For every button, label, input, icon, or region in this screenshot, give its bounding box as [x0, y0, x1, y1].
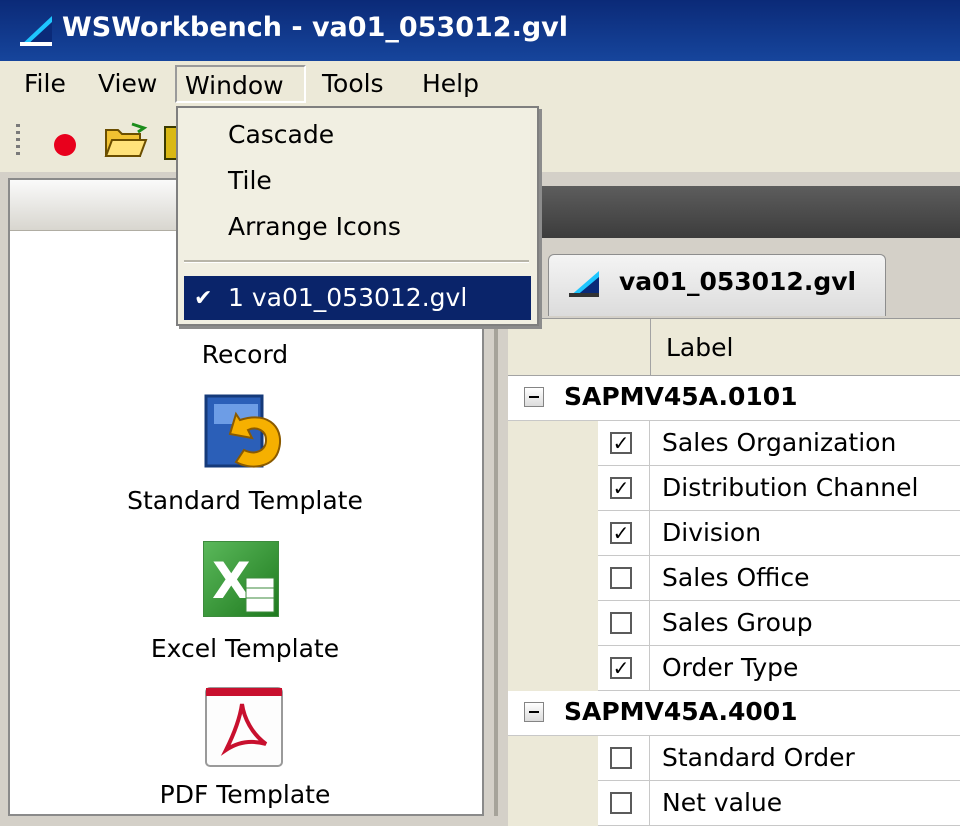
standard-template-label[interactable]: Standard Template — [10, 486, 480, 515]
menu-item-open-document[interactable]: ✔ 1 va01_053012.gvl — [184, 276, 531, 320]
checkbox-cell — [598, 601, 650, 646]
excel-template-label[interactable]: Excel Template — [10, 634, 480, 663]
field-grid: Label SAPMV45A.0101 ✓ Sales Organization ✓ D… — [508, 318, 960, 826]
window-title: WSWorkbench - va01_053012.gvl — [62, 12, 569, 43]
field-label[interactable]: Distribution Channel — [662, 473, 918, 502]
field-row: ✓ Division — [508, 511, 960, 556]
pdf-template-label[interactable]: PDF Template — [10, 780, 480, 809]
field-checkbox[interactable] — [610, 567, 632, 589]
menu-view[interactable]: View — [90, 65, 165, 103]
label-cell: Sales Organization — [650, 421, 960, 466]
grid-header-check-column — [508, 319, 651, 375]
field-label[interactable]: Sales Group — [662, 608, 813, 637]
title-bar: WSWorkbench - va01_053012.gvl — [0, 0, 960, 61]
group-name: SAPMV45A.4001 — [564, 697, 798, 726]
field-label[interactable]: Division — [662, 518, 761, 547]
menu-item-tile[interactable]: Tile — [228, 166, 272, 195]
row-gutter — [508, 601, 598, 646]
label-cell: Distribution Channel — [650, 466, 960, 511]
field-label[interactable]: Standard Order — [662, 743, 855, 772]
field-row: Sales Group — [508, 601, 960, 646]
record-icon[interactable] — [54, 134, 76, 156]
checkmark-icon: ✔ — [194, 286, 213, 311]
svg-text:X: X — [212, 552, 251, 610]
tab-document-label: va01_053012.gvl — [619, 267, 857, 296]
menu-file[interactable]: File — [16, 65, 74, 103]
collapse-icon[interactable] — [524, 702, 544, 722]
pdf-template-icon[interactable] — [200, 684, 290, 770]
field-row: ✓ Distribution Channel — [508, 466, 960, 511]
splitter-line — [494, 318, 498, 816]
field-label[interactable]: Net value — [662, 788, 782, 817]
checkbox-cell: ✓ — [598, 646, 650, 691]
excel-template-icon[interactable]: X — [200, 538, 290, 622]
row-gutter — [508, 511, 598, 556]
row-gutter — [508, 556, 598, 601]
field-label[interactable]: Sales Office — [662, 563, 809, 592]
field-row: Standard Order — [508, 736, 960, 781]
row-gutter — [508, 646, 598, 691]
label-cell: Sales Group — [650, 601, 960, 646]
checkbox-cell: ✓ — [598, 421, 650, 466]
field-checkbox[interactable] — [610, 747, 632, 769]
menu-window[interactable]: Window — [175, 65, 306, 103]
checkbox-cell — [598, 556, 650, 601]
field-checkbox[interactable] — [610, 612, 632, 634]
app-logo-icon — [20, 16, 52, 46]
menu-item-arrange-icons[interactable]: Arrange Icons — [228, 212, 401, 241]
group-name: SAPMV45A.0101 — [564, 382, 798, 411]
field-row: Sales Office — [508, 556, 960, 601]
group-row: SAPMV45A.4001 — [508, 691, 960, 736]
record-label[interactable]: Record — [10, 340, 480, 369]
menu-separator — [184, 260, 529, 263]
label-cell: Division — [650, 511, 960, 556]
window-menu-dropdown: Cascade Tile Arrange Icons ✔ 1 va01_0530… — [176, 106, 539, 326]
menu-help[interactable]: Help — [414, 65, 487, 103]
toolbar-grip[interactable] — [16, 124, 20, 158]
grid-header: Label — [508, 319, 960, 376]
label-column-header[interactable]: Label — [666, 333, 733, 362]
open-folder-icon[interactable] — [104, 122, 148, 160]
standard-template-icon[interactable] — [200, 390, 290, 480]
label-cell: Standard Order — [650, 736, 960, 781]
label-cell: Sales Office — [650, 556, 960, 601]
field-checkbox[interactable]: ✓ — [610, 477, 632, 499]
field-checkbox[interactable]: ✓ — [610, 432, 632, 454]
row-gutter — [508, 736, 598, 781]
checkbox-cell — [598, 736, 650, 781]
collapse-icon[interactable] — [524, 387, 544, 407]
checkbox-cell: ✓ — [598, 466, 650, 511]
document-area-header — [508, 186, 960, 238]
label-cell: Net value — [650, 781, 960, 826]
field-row: Net value — [508, 781, 960, 826]
menu-bar: File View Window Tools Help — [0, 61, 960, 109]
field-checkbox[interactable] — [610, 792, 632, 814]
label-cell: Order Type — [650, 646, 960, 691]
row-gutter — [508, 466, 598, 511]
field-label[interactable]: Order Type — [662, 653, 798, 682]
tab-document[interactable]: va01_053012.gvl — [548, 254, 886, 316]
row-gutter — [508, 421, 598, 466]
gvl-file-icon — [569, 271, 599, 297]
group-row: SAPMV45A.0101 — [508, 376, 960, 421]
field-checkbox[interactable]: ✓ — [610, 522, 632, 544]
field-label[interactable]: Sales Organization — [662, 428, 896, 457]
field-checkbox[interactable]: ✓ — [610, 657, 632, 679]
menu-item-open-document-label: 1 va01_053012.gvl — [228, 283, 468, 312]
checkbox-cell — [598, 781, 650, 826]
menu-item-cascade[interactable]: Cascade — [228, 120, 334, 149]
checkbox-cell: ✓ — [598, 511, 650, 556]
field-row: ✓ Sales Organization — [508, 421, 960, 466]
menu-tools[interactable]: Tools — [314, 65, 392, 103]
field-row: ✓ Order Type — [508, 646, 960, 691]
row-gutter — [508, 781, 598, 826]
